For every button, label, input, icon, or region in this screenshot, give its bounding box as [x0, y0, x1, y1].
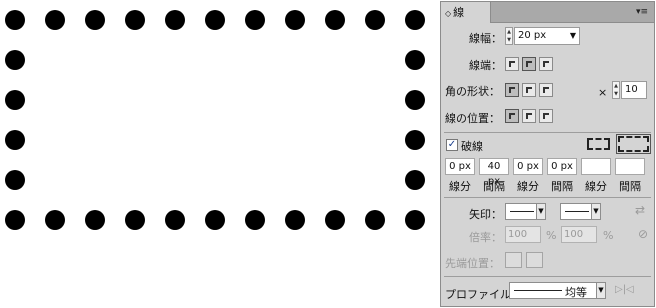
divider — [444, 132, 651, 133]
dash-field-2[interactable]: 0 px — [513, 158, 543, 175]
percent-unit-2: % — [603, 229, 614, 242]
miter-join-button[interactable] — [505, 83, 519, 97]
dash-label-3: 線分 — [585, 180, 607, 193]
stroke-dot — [325, 10, 345, 30]
panel-tab-bar: ◇ 線 ▾≡ — [441, 2, 654, 23]
stroke-dot — [45, 210, 65, 230]
dash-label-1: 線分 — [449, 180, 471, 193]
stroke-dot — [5, 50, 25, 70]
stroke-dot — [245, 210, 265, 230]
stroke-dot — [5, 170, 25, 190]
dashed-line-checkbox[interactable]: ✓ — [446, 139, 458, 151]
stroke-panel: ◇ 線 ▾≡ 線幅： ▲ ▼ 20 px ▼ 線端： 角の形状： × ▲ ▼ 10 線… — [440, 1, 655, 307]
stroke-dot — [5, 10, 25, 30]
cap-label: 線端： — [469, 59, 502, 72]
stroke-dot — [5, 90, 25, 110]
gap-field-2[interactable]: 0 px — [547, 158, 577, 175]
stroke-dot — [85, 10, 105, 30]
gap-field-3[interactable] — [615, 158, 645, 175]
panel-menu-icon[interactable]: ▾≡ — [633, 5, 651, 19]
tab-stroke-label: 線 — [453, 6, 465, 19]
gap-label-2: 間隔 — [551, 180, 573, 193]
stroke-dot — [45, 10, 65, 30]
stroke-dot — [165, 210, 185, 230]
stroke-dot — [365, 10, 385, 30]
round-cap-button[interactable] — [522, 57, 536, 71]
link-scale-icon[interactable]: ⊘ — [638, 227, 648, 241]
stroke-dot — [285, 10, 305, 30]
stroke-dot — [405, 130, 425, 150]
stroke-dot — [245, 10, 265, 30]
start-arrowhead-select[interactable]: ▼ — [505, 203, 546, 220]
miter-limit-field[interactable]: 10 — [621, 81, 647, 99]
align-dash-corners-button[interactable] — [616, 134, 651, 154]
stroke-weight-field[interactable]: 20 px ▼ — [514, 27, 580, 45]
stroke-dot — [405, 10, 425, 30]
chevron-down-icon[interactable]: ▼ — [536, 204, 545, 219]
miter-limit-x: × — [598, 86, 608, 99]
stroke-weight-stepper[interactable]: ▲ ▼ — [505, 27, 513, 45]
chevron-down-icon[interactable]: ▼ — [570, 28, 576, 44]
stroke-weight-label: 線幅： — [469, 32, 502, 45]
chevron-down-icon[interactable]: ▼ — [596, 283, 605, 298]
stroke-dot — [405, 90, 425, 110]
artboard-canvas[interactable] — [0, 0, 436, 308]
dash-field-3[interactable] — [581, 158, 611, 175]
stroke-weight-value: 20 px — [518, 30, 547, 41]
preserve-dash-button[interactable] — [587, 138, 610, 150]
arrow-tip-place-button[interactable] — [526, 252, 543, 268]
arrowheads-label: 矢印： — [469, 208, 502, 221]
stroke-dot — [85, 210, 105, 230]
start-scale-field[interactable]: 100 — [505, 226, 541, 243]
tab-stroke[interactable]: ◇ 線 — [441, 2, 491, 23]
collapse-arrows-icon[interactable]: ◇ — [445, 9, 451, 18]
stroke-dot — [125, 10, 145, 30]
gap-field-1[interactable]: 40 px — [479, 158, 509, 187]
dashed-line-label: 破線 — [461, 140, 483, 153]
projecting-cap-button[interactable] — [539, 57, 553, 71]
stroke-dot — [285, 210, 305, 230]
stroke-dot — [205, 210, 225, 230]
gap-label-1: 間隔 — [483, 180, 505, 193]
chevron-down-icon[interactable]: ▼ — [591, 204, 600, 219]
arrow-align-label: 先端位置： — [445, 257, 500, 270]
corner-label: 角の形状： — [445, 85, 500, 98]
round-join-button[interactable] — [522, 83, 536, 97]
dash-label-2: 線分 — [517, 180, 539, 193]
align-stroke-label: 線の位置： — [445, 112, 500, 125]
stroke-dot — [165, 10, 185, 30]
gap-label-3: 間隔 — [619, 180, 641, 193]
align-center-button[interactable] — [505, 109, 519, 123]
swap-arrowheads-icon[interactable]: ⇄ — [635, 203, 645, 217]
bevel-join-button[interactable] — [539, 83, 553, 97]
divider — [444, 276, 651, 277]
stroke-dot — [125, 210, 145, 230]
end-arrowhead-select[interactable]: ▼ — [560, 203, 601, 220]
stroke-dot — [5, 130, 25, 150]
flip-horizontal-icon[interactable]: ▷|◁ — [615, 284, 634, 295]
butt-cap-button[interactable] — [505, 57, 519, 71]
align-outside-button[interactable] — [539, 109, 553, 123]
stroke-dot — [365, 210, 385, 230]
scale-label: 倍率： — [469, 231, 502, 244]
stroke-dot — [205, 10, 225, 30]
percent-unit-1: % — [546, 229, 557, 242]
stroke-dot — [405, 210, 425, 230]
align-inside-button[interactable] — [522, 109, 536, 123]
stroke-dot — [5, 210, 25, 230]
stroke-dot — [405, 50, 425, 70]
profile-value: 均等 — [565, 286, 587, 299]
dash-field-1[interactable]: 0 px — [445, 158, 475, 175]
stroke-dot — [405, 170, 425, 190]
arrow-tip-extend-button[interactable] — [505, 252, 522, 268]
stroke-dot — [325, 210, 345, 230]
miter-limit-stepper[interactable]: ▲ ▼ — [612, 81, 620, 99]
end-scale-field[interactable]: 100 — [561, 226, 597, 243]
profile-select[interactable]: 均等 ▼ — [509, 282, 606, 299]
divider — [444, 197, 651, 198]
